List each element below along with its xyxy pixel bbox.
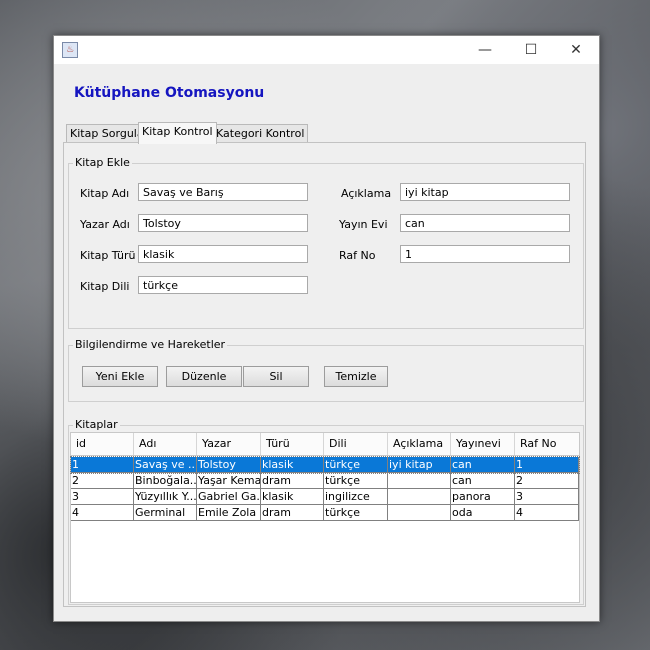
table-row[interactable]: 2 Binboğala... Yaşar Kemal dram türkçe c… — [71, 473, 579, 489]
table-cell: Yaşar Kemal — [197, 473, 261, 489]
table-cell: oda — [451, 505, 515, 521]
table-cell: türkçe — [324, 457, 388, 473]
table-row[interactable]: 4 Germinal Emile Zola dram türkçe oda 4 — [71, 505, 579, 521]
table-cell: 1 — [71, 457, 134, 473]
table-cell: Yüzyıllık Y... — [134, 489, 197, 505]
column-header-id[interactable]: id — [71, 433, 134, 455]
column-header-aciklama[interactable]: Açıklama — [388, 433, 451, 455]
books-table[interactable]: id Adı Yazar Türü Dili Açıklama Yayınevi… — [70, 432, 580, 603]
table-cell: Germinal — [134, 505, 197, 521]
table-cell — [388, 473, 451, 489]
table-cell: can — [451, 457, 515, 473]
yazar-adi-label: Yazar Adı — [80, 218, 130, 231]
maximize-button[interactable]: ☐ — [508, 36, 554, 64]
temizle-button[interactable]: Temizle — [324, 366, 388, 387]
table-cell: 4 — [515, 505, 579, 521]
kitap-turu-label: Kitap Türü — [80, 249, 136, 262]
yayin-evi-field[interactable]: can — [400, 214, 570, 232]
table-cell: 2 — [515, 473, 579, 489]
raf-no-label: Raf No — [339, 249, 376, 262]
table-cell: 1 — [515, 457, 579, 473]
sil-button[interactable]: Sil — [243, 366, 309, 387]
table-cell — [388, 489, 451, 505]
column-header-yazar[interactable]: Yazar — [197, 433, 261, 455]
group-title: Kitap Ekle — [73, 156, 132, 169]
tab-kitap-kontrol[interactable]: Kitap Kontrol — [138, 122, 217, 144]
table-cell: Savaş ve ... — [134, 457, 197, 473]
main-window: ♨ — ☐ ✕ Kütüphane Otomasyonu Kitap Sorgu… — [53, 35, 600, 622]
table-cell: dram — [261, 505, 324, 521]
table-cell: dram — [261, 473, 324, 489]
tab-kitap-sorgula[interactable]: Kitap Sorgula — [66, 124, 148, 143]
group-title: Kitaplar — [73, 418, 120, 431]
aciklama-label: Açıklama — [341, 187, 392, 200]
table-cell: Gabriel Ga... — [197, 489, 261, 505]
table-cell: ingilizce — [324, 489, 388, 505]
table-cell: klasik — [261, 489, 324, 505]
app-title: Kütüphane Otomasyonu — [74, 85, 265, 101]
table-cell: can — [451, 473, 515, 489]
column-header-dili[interactable]: Dili — [324, 433, 388, 455]
table-cell: 4 — [71, 505, 134, 521]
table-cell: klasik — [261, 457, 324, 473]
yayin-evi-label: Yayın Evi — [339, 218, 388, 231]
table-cell: panora — [451, 489, 515, 505]
minimize-button[interactable]: — — [462, 36, 508, 64]
kitap-dili-field[interactable]: türkçe — [138, 276, 308, 294]
column-header-raf-no[interactable]: Raf No — [515, 433, 579, 455]
table-cell: Emile Zola — [197, 505, 261, 521]
kitap-turu-field[interactable]: klasik — [138, 245, 308, 263]
table-cell: iyi kitap — [388, 457, 451, 473]
kitap-adi-label: Kitap Adı — [80, 187, 130, 200]
yeni-ekle-button[interactable]: Yeni Ekle — [82, 366, 158, 387]
tab-kategori-kontrol[interactable]: Kategori Kontrol — [212, 124, 309, 143]
table-cell: türkçe — [324, 505, 388, 521]
column-header-turu[interactable]: Türü — [261, 433, 324, 455]
duzenle-button[interactable]: Düzenle — [166, 366, 242, 387]
kitap-dili-label: Kitap Dili — [80, 280, 130, 293]
table-cell: 2 — [71, 473, 134, 489]
table-header: id Adı Yazar Türü Dili Açıklama Yayınevi… — [71, 433, 579, 456]
title-bar[interactable]: ♨ — ☐ ✕ — [54, 36, 599, 64]
table-cell: Binboğala... — [134, 473, 197, 489]
table-cell: türkçe — [324, 473, 388, 489]
table-cell: 3 — [71, 489, 134, 505]
table-cell: Tolstoy — [197, 457, 261, 473]
table-row[interactable]: 3 Yüzyıllık Y... Gabriel Ga... klasik in… — [71, 489, 579, 505]
column-header-adi[interactable]: Adı — [134, 433, 197, 455]
yazar-adi-field[interactable]: Tolstoy — [138, 214, 308, 232]
table-cell — [388, 505, 451, 521]
column-header-yayinevi[interactable]: Yayınevi — [451, 433, 515, 455]
java-icon: ♨ — [62, 42, 78, 58]
table-cell: 3 — [515, 489, 579, 505]
kitap-adi-field[interactable]: Savaş ve Barış — [138, 183, 308, 201]
table-row[interactable]: 1 Savaş ve ... Tolstoy klasik türkçe iyi… — [70, 456, 580, 474]
raf-no-field[interactable]: 1 — [400, 245, 570, 263]
close-button[interactable]: ✕ — [553, 36, 599, 64]
aciklama-field[interactable]: iyi kitap — [400, 183, 570, 201]
group-title: Bilgilendirme ve Hareketler — [73, 338, 228, 351]
